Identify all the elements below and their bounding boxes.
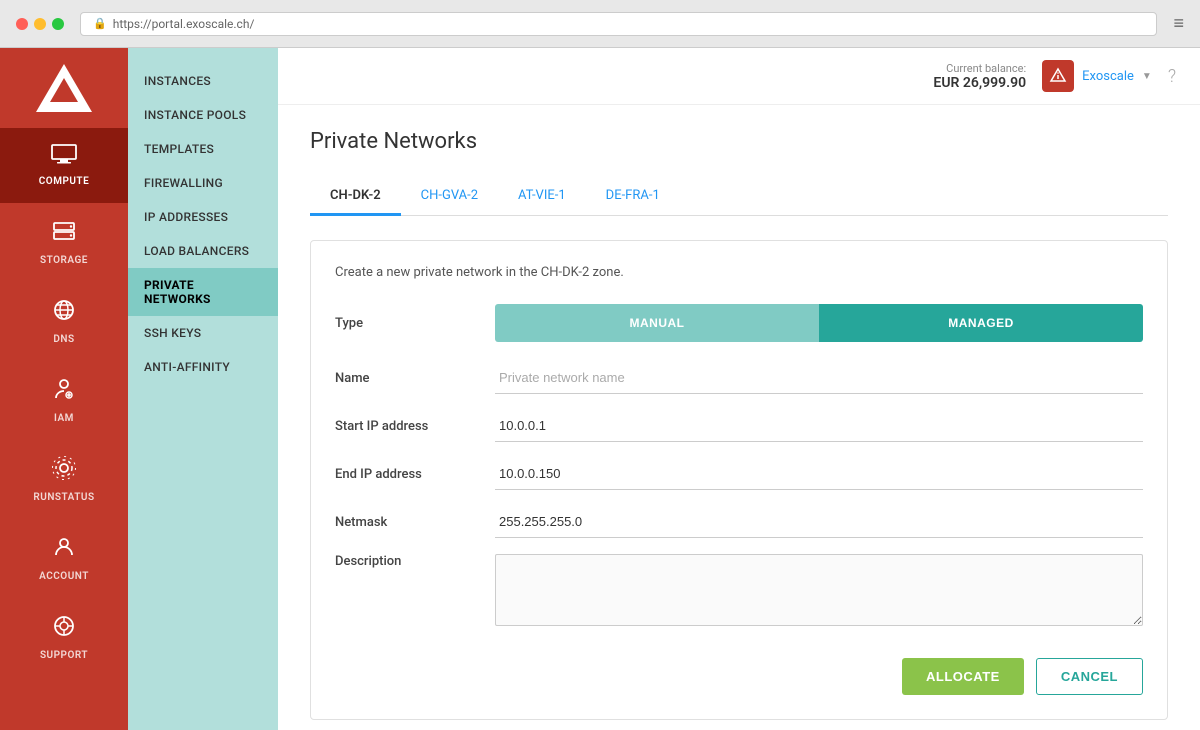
dot-red[interactable]	[16, 18, 28, 30]
tab-ch-dk-2[interactable]: CH-DK-2	[310, 178, 401, 216]
sub-nav-firewalling[interactable]: FIREWALLING	[128, 166, 278, 200]
description-row: Description	[335, 554, 1143, 626]
dns-icon	[52, 298, 76, 328]
user-name: Exoscale	[1082, 69, 1134, 84]
tab-de-fra-1[interactable]: DE-FRA-1	[586, 178, 680, 216]
sub-nav: INSTANCES INSTANCE POOLS TEMPLATES FIREW…	[128, 48, 278, 730]
end-ip-row: End IP address	[335, 458, 1143, 490]
toggle-managed[interactable]: MANAGED	[819, 304, 1143, 342]
support-label: SUPPORT	[40, 650, 88, 661]
sub-nav-ssh-keys[interactable]: SSH KEYS	[128, 316, 278, 350]
toggle-manual[interactable]: MANUAL	[495, 304, 819, 342]
compute-icon	[51, 144, 77, 170]
sub-nav-instance-pools[interactable]: INSTANCE POOLS	[128, 98, 278, 132]
iam-icon	[52, 377, 76, 407]
runstatus-icon	[52, 456, 76, 486]
type-row: Type MANUAL MANAGED	[335, 304, 1143, 342]
nav-item-compute[interactable]: COMPUTE	[0, 128, 128, 203]
nav-item-runstatus[interactable]: RUNSTATUS	[0, 440, 128, 519]
storage-label: STORAGE	[40, 255, 88, 266]
sub-nav-ip-addresses[interactable]: IP ADDRESSES	[128, 200, 278, 234]
balance-label: Current balance:	[933, 62, 1026, 75]
nav-item-iam[interactable]: IAM	[0, 361, 128, 440]
start-ip-input[interactable]	[495, 410, 1143, 442]
sub-nav-load-balancers[interactable]: LOAD BALANCERS	[128, 234, 278, 268]
logo[interactable]	[0, 48, 128, 128]
tab-ch-gva-2[interactable]: CH-GVA-2	[401, 178, 498, 216]
name-label: Name	[335, 371, 495, 386]
form-card: Create a new private network in the CH-D…	[310, 240, 1168, 720]
cancel-button[interactable]: CANCEL	[1036, 658, 1143, 695]
user-badge[interactable]: Exoscale ▼	[1042, 60, 1152, 92]
nav-item-account[interactable]: ACCOUNT	[0, 519, 128, 598]
end-ip-label: End IP address	[335, 467, 495, 482]
storage-icon	[52, 219, 76, 249]
account-label: ACCOUNT	[39, 571, 89, 582]
dot-green[interactable]	[52, 18, 64, 30]
nav-item-storage[interactable]: STORAGE	[0, 203, 128, 282]
sub-nav-private-networks[interactable]: PRIVATE NETWORKS	[128, 268, 278, 316]
page-title: Private Networks	[310, 129, 1168, 154]
description-textarea[interactable]	[495, 554, 1143, 626]
browser-menu[interactable]: ≡	[1173, 13, 1184, 34]
chevron-down-icon: ▼	[1142, 71, 1152, 82]
sub-nav-anti-affinity[interactable]: ANTI-AFFINITY	[128, 350, 278, 384]
form-description: Create a new private network in the CH-D…	[335, 265, 1143, 280]
balance-amount: EUR 26,999.90	[933, 75, 1026, 91]
user-avatar	[1042, 60, 1074, 92]
page-body: Private Networks CH-DK-2 CH-GVA-2 AT-VIE…	[278, 105, 1200, 730]
allocate-button[interactable]: ALLOCATE	[902, 658, 1024, 695]
runstatus-label: RUNSTATUS	[33, 492, 94, 503]
icon-nav: COMPUTE STORAGE	[0, 48, 128, 730]
name-input[interactable]	[495, 362, 1143, 394]
netmask-label: Netmask	[335, 515, 495, 530]
url-bar[interactable]: 🔒 https://portal.exoscale.ch/	[80, 12, 1157, 36]
netmask-row: Netmask	[335, 506, 1143, 538]
balance-info: Current balance: EUR 26,999.90	[933, 62, 1026, 91]
sub-nav-templates[interactable]: TEMPLATES	[128, 132, 278, 166]
type-label: Type	[335, 316, 495, 331]
zone-tabs: CH-DK-2 CH-GVA-2 AT-VIE-1 DE-FRA-1	[310, 178, 1168, 216]
support-icon	[52, 614, 76, 644]
nav-item-support[interactable]: SUPPORT	[0, 598, 128, 677]
main-header: Current balance: EUR 26,999.90 Exoscale …	[278, 48, 1200, 105]
dot-yellow[interactable]	[34, 18, 46, 30]
browser-dots	[16, 18, 64, 30]
start-ip-label: Start IP address	[335, 419, 495, 434]
end-ip-input[interactable]	[495, 458, 1143, 490]
logo-triangle	[36, 64, 92, 112]
description-label: Description	[335, 554, 495, 569]
url-text: https://portal.exoscale.ch/	[113, 17, 255, 31]
app-layout: COMPUTE STORAGE	[0, 48, 1200, 730]
browser-chrome: 🔒 https://portal.exoscale.ch/ ≡	[0, 0, 1200, 48]
type-toggle: MANUAL MANAGED	[495, 304, 1143, 342]
dns-label: DNS	[53, 334, 74, 345]
start-ip-row: Start IP address	[335, 410, 1143, 442]
form-actions: ALLOCATE CANCEL	[335, 650, 1143, 695]
nav-item-dns[interactable]: DNS	[0, 282, 128, 361]
iam-label: IAM	[54, 413, 74, 424]
compute-label: COMPUTE	[39, 176, 89, 187]
tab-at-vie-1[interactable]: AT-VIE-1	[498, 178, 586, 216]
name-row: Name	[335, 362, 1143, 394]
help-icon[interactable]: ?	[1168, 66, 1176, 87]
main-content: Current balance: EUR 26,999.90 Exoscale …	[278, 48, 1200, 730]
sub-nav-instances[interactable]: INSTANCES	[128, 64, 278, 98]
netmask-input[interactable]	[495, 506, 1143, 538]
account-icon	[52, 535, 76, 565]
